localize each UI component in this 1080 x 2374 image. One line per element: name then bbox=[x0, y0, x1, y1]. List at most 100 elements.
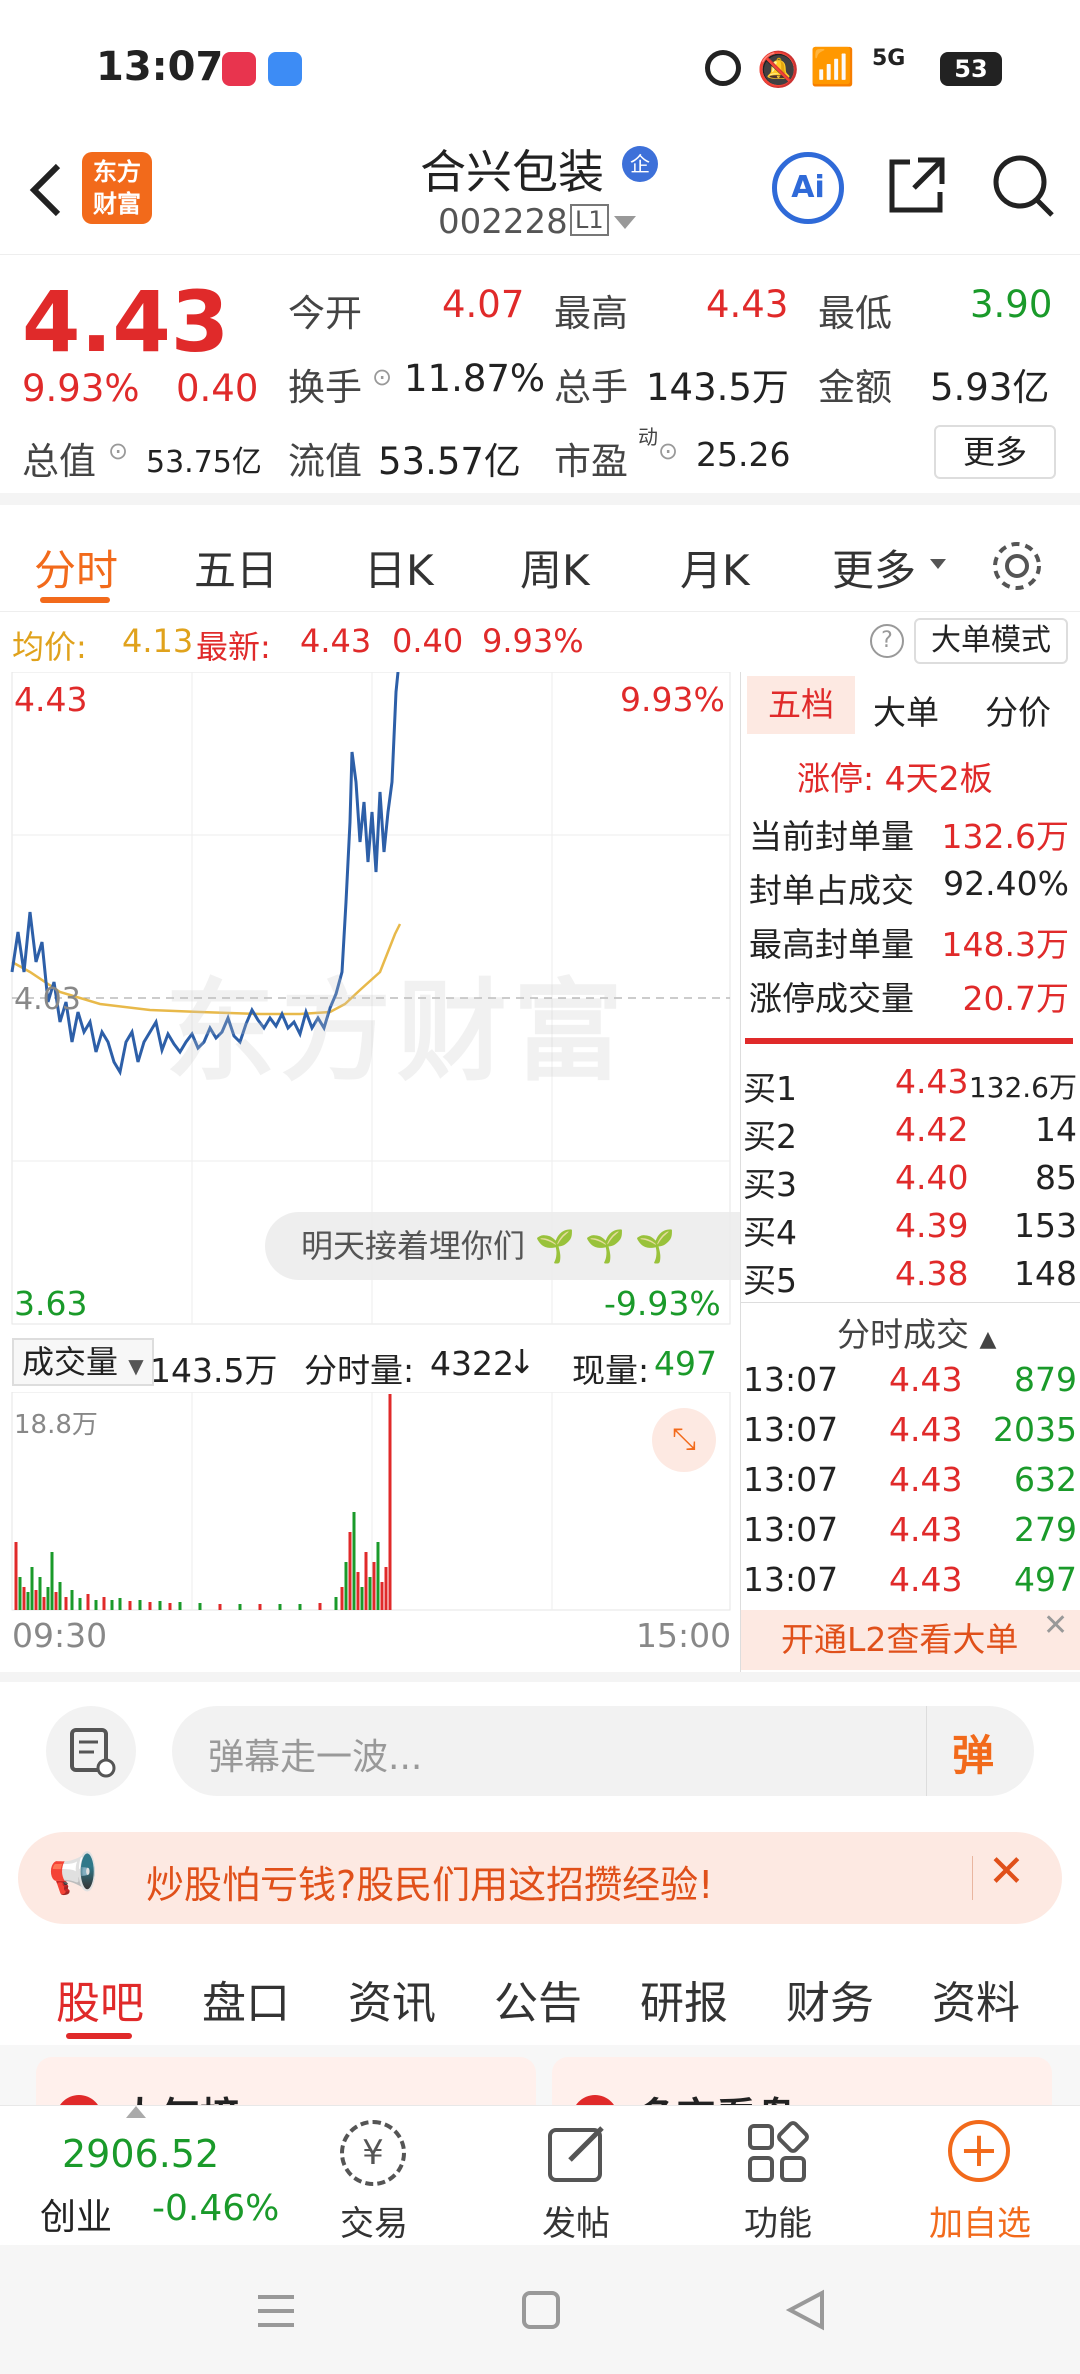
current-price: 4.43 bbox=[22, 273, 230, 371]
bid-price: 4.38 bbox=[895, 1254, 969, 1293]
tab-weekly-k[interactable]: 周K bbox=[520, 537, 590, 598]
ai-button[interactable]: Ai bbox=[772, 152, 844, 224]
chevron-down-icon bbox=[930, 559, 946, 569]
add-watchlist-button[interactable]: 加自选 bbox=[918, 2196, 1042, 2245]
danmu-input[interactable]: 弹幕走一波... 弹 bbox=[172, 1706, 1034, 1796]
info-icon[interactable]: ⊙ bbox=[108, 437, 128, 465]
popularity-card[interactable]: 人气榜 bbox=[36, 2057, 536, 2105]
info-icon[interactable]: ⊙ bbox=[372, 363, 392, 391]
tab-profile[interactable]: 资料 bbox=[932, 1967, 1020, 2031]
tab-forum[interactable]: 股吧 bbox=[56, 1967, 144, 2031]
popularity-card-title: 人气榜 bbox=[120, 2085, 240, 2105]
volume-selector[interactable]: 成交量 ▼ bbox=[12, 1338, 154, 1386]
mute-icon: 🔕 bbox=[757, 50, 800, 90]
tab-more[interactable]: 更多 bbox=[832, 537, 916, 598]
tab-daily-k[interactable]: 日K bbox=[364, 537, 434, 598]
bid-label: 买2 bbox=[743, 1117, 797, 1156]
mcap-value: 53.75亿 bbox=[146, 445, 262, 480]
add-icon: + bbox=[948, 2120, 1010, 2182]
promo-banner[interactable]: 📢 炒股怕亏钱?股民们用这招攒经验! ✕ bbox=[18, 1832, 1062, 1924]
divider bbox=[926, 1706, 927, 1796]
battery-icon: 53 bbox=[940, 52, 1002, 86]
gear-icon[interactable] bbox=[988, 537, 1046, 599]
tab-monthly-k[interactable]: 月K bbox=[680, 537, 750, 598]
stock-header: 东方 财富 合兴包装 企 002228 L1 Ai bbox=[0, 130, 1080, 255]
app-logo[interactable]: 东方 财富 bbox=[82, 152, 152, 224]
danmu-settings-icon[interactable] bbox=[46, 1706, 136, 1796]
bottom-toolbar: 2906.52 创业 -0.46% ¥ 交易 发帖 功能 + 加自选 bbox=[0, 2105, 1080, 2245]
pe-superscript: 动 bbox=[638, 425, 658, 449]
vs-icon bbox=[572, 2095, 618, 2105]
danmu-bubble: 明天接着埋你们 🌱 🌱 🌱 bbox=[265, 1212, 740, 1280]
app-notification-icon bbox=[268, 52, 302, 86]
wifi-icon: 📶 bbox=[810, 47, 855, 88]
more-button[interactable]: 更多 bbox=[934, 425, 1056, 479]
side-tab-five-levels[interactable]: 五档 bbox=[747, 676, 855, 734]
tick-price: 4.43 bbox=[889, 1560, 963, 1599]
status-bar: 13:07 🔕 📶 5G 53 bbox=[0, 0, 1080, 130]
post-button[interactable]: 发帖 bbox=[516, 2196, 636, 2245]
back-icon[interactable] bbox=[26, 160, 66, 220]
intraday-chart[interactable]: 东方财富 4.43 9.93% 4.03 3.63 -9.93% 明天接着埋你们… bbox=[0, 672, 740, 1332]
content-tabs: 股吧 盘口 资讯 公告 研报 财务 资料 bbox=[0, 1945, 1080, 2045]
high-value: 4.43 bbox=[706, 283, 789, 326]
tick-price: 4.43 bbox=[889, 1360, 963, 1399]
post-icon bbox=[544, 2120, 610, 2190]
bid-label: 买3 bbox=[743, 1165, 797, 1204]
tab-research[interactable]: 研报 bbox=[640, 1967, 728, 2031]
tab-order-book[interactable]: 盘口 bbox=[202, 1967, 290, 2031]
chart-watermark: 东方财富 bbox=[165, 968, 629, 1096]
open-value: 4.07 bbox=[442, 283, 525, 326]
logo-line-1: 东方 bbox=[93, 158, 141, 186]
expand-icon[interactable]: ⤡ bbox=[652, 1408, 716, 1472]
tab-intraday[interactable]: 分时 bbox=[34, 537, 118, 598]
side-tab-price-split[interactable]: 分价 bbox=[985, 686, 1051, 734]
alarm-icon bbox=[705, 50, 741, 86]
open-label: 今开 bbox=[288, 292, 362, 335]
l2-banner-text: 开通L2查看大单 bbox=[781, 1620, 1019, 1659]
close-icon[interactable]: ✕ bbox=[988, 1846, 1025, 1897]
logo-line-2: 财富 bbox=[93, 190, 141, 218]
back-nav-icon[interactable] bbox=[785, 2289, 826, 2335]
long-short-card[interactable]: 多空看盘 bbox=[552, 2057, 1052, 2105]
share-icon[interactable] bbox=[884, 152, 950, 222]
tab-five-day[interactable]: 五日 bbox=[194, 537, 278, 598]
trade-button[interactable]: 交易 bbox=[314, 2196, 434, 2245]
tick-volume: 632 bbox=[1014, 1460, 1077, 1499]
index-value[interactable]: 2906.52 bbox=[62, 2132, 219, 2176]
chart-top-percent: 9.93% bbox=[620, 680, 725, 719]
bid-price: 4.43 bbox=[895, 1062, 969, 1101]
low-label: 最低 bbox=[818, 292, 892, 335]
limit-up-title: 涨停: 4天2板 bbox=[797, 759, 993, 798]
home-icon[interactable] bbox=[522, 2291, 560, 2329]
tick-trades-label: 分时成交 bbox=[837, 1315, 969, 1354]
comment-bar: 弹幕走一波... 弹 bbox=[0, 1672, 1080, 1822]
tick-time: 13:07 bbox=[743, 1510, 839, 1549]
tick-price: 4.43 bbox=[889, 1410, 963, 1449]
help-icon[interactable]: ? bbox=[870, 624, 904, 658]
stock-name: 合兴包装 bbox=[420, 145, 604, 199]
tick-trades-title[interactable]: 分时成交 ▲ bbox=[837, 1308, 996, 1356]
low-value: 3.90 bbox=[970, 283, 1053, 326]
tick-volume-label: 分时量: bbox=[304, 1351, 415, 1390]
side-tab-big-orders[interactable]: 大单 bbox=[873, 686, 939, 734]
tick-time: 13:07 bbox=[743, 1410, 839, 1449]
l2-banner[interactable]: 开通L2查看大单 bbox=[741, 1610, 1080, 1670]
quote-panel: 4.43 9.93% 0.40 今开 4.07 最高 4.43 最低 3.90 … bbox=[0, 255, 1080, 505]
search-icon[interactable] bbox=[990, 150, 1058, 224]
close-icon[interactable]: ✕ bbox=[1043, 1608, 1068, 1643]
big-order-mode-button[interactable]: 大单模式 bbox=[914, 618, 1068, 664]
info-icon[interactable]: ⊙ bbox=[658, 437, 678, 465]
danmu-text: 明天接着埋你们 bbox=[301, 1227, 526, 1265]
chevron-down-icon[interactable] bbox=[614, 216, 636, 229]
tab-announcements[interactable]: 公告 bbox=[494, 1967, 582, 2031]
danmu-send-button[interactable]: 弹 bbox=[952, 1722, 994, 1783]
menu-icon[interactable] bbox=[256, 2291, 296, 2335]
active-tab-indicator bbox=[66, 2033, 132, 2039]
functions-button[interactable]: 功能 bbox=[718, 2196, 838, 2245]
order-book-panel: 五档 大单 分价 涨停: 4天2板 当前封单量 132.6万 封单占成交 92.40… bbox=[740, 672, 1080, 1672]
tab-news[interactable]: 资讯 bbox=[348, 1967, 436, 2031]
tab-finance[interactable]: 财务 bbox=[786, 1967, 874, 2031]
tick-time: 13:07 bbox=[743, 1460, 839, 1499]
tick-price: 4.43 bbox=[889, 1510, 963, 1549]
